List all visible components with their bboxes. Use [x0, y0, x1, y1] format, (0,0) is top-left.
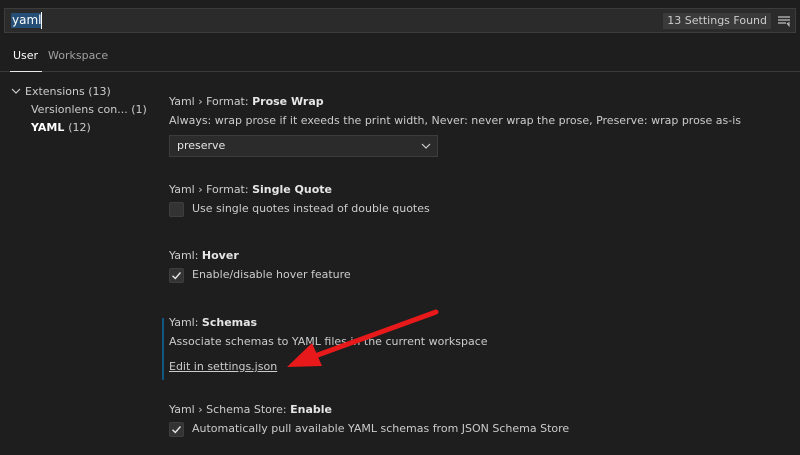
toc-versionlens-label: Versionlens con... [31, 103, 128, 116]
schema-store-checkbox[interactable] [169, 422, 184, 437]
checkmark-icon [172, 426, 182, 434]
chevron-down-icon[interactable] [10, 87, 22, 95]
setting-name: Hover [201, 249, 239, 262]
results-count-badge: 13 Settings Found [663, 13, 771, 29]
toc-item-versionlens[interactable]: Versionlens con... (1) [31, 103, 147, 116]
settings-search-input[interactable]: yaml 13 Settings Found [4, 8, 796, 33]
toc-extensions-label: Extensions [25, 85, 85, 98]
setting-title: Yaml: Hover [169, 249, 789, 262]
setting-name: Schemas [201, 316, 258, 329]
settings-editor: yaml 13 Settings Found User Workspace Ex… [0, 0, 800, 455]
setting-title: Yaml › Format: Prose Wrap [169, 95, 789, 108]
prose-wrap-select[interactable]: preserve [169, 135, 438, 157]
edit-in-settings-json-link[interactable]: Edit in settings.json [169, 360, 277, 373]
tab-user[interactable]: User [13, 49, 38, 62]
search-query[interactable]: yaml [11, 13, 43, 28]
setting-name: Single Quote [252, 183, 332, 196]
checkmark-icon [172, 272, 182, 280]
setting-prose-wrap: Yaml › Format: Prose Wrap Always: wrap p… [169, 95, 789, 157]
setting-schemas: Yaml: Schemas Associate schemas to YAML … [169, 316, 789, 373]
toc-item-yaml[interactable]: YAML (12) [31, 121, 91, 134]
checkbox-label: Use single quotes instead of double quot… [192, 202, 430, 215]
toc-yaml-count: (12) [68, 121, 91, 134]
focused-setting-indicator [162, 318, 164, 380]
setting-category: Yaml › Format: [169, 183, 253, 196]
setting-hover: Yaml: Hover Enable/disable hover feature [169, 249, 789, 283]
setting-title: Yaml › Schema Store: Enable [169, 403, 789, 416]
setting-description: Associate schemas to YAML files in the c… [169, 335, 488, 348]
setting-category: Yaml: [169, 249, 202, 262]
active-tab-indicator [10, 71, 42, 72]
setting-category: Yaml › Schema Store: [169, 403, 291, 416]
single-quote-checkbox[interactable] [169, 202, 184, 217]
setting-category: Yaml: [169, 316, 202, 329]
checkbox-label: Automatically pull available YAML schema… [192, 422, 570, 435]
setting-name: Enable [290, 403, 332, 416]
setting-category: Yaml › Format: [169, 95, 253, 108]
filter-list-icon[interactable] [777, 14, 791, 28]
setting-title: Yaml › Format: Single Quote [169, 183, 789, 196]
setting-description: Always: wrap prose if it exeeds the prin… [169, 114, 742, 127]
setting-schema-store-enable: Yaml › Schema Store: Enable Automaticall… [169, 403, 789, 437]
text-caret [41, 12, 42, 29]
toc-item-extensions[interactable]: Extensions (13) [10, 85, 111, 98]
search-area: yaml 13 Settings Found [0, 0, 800, 40]
select-value: preserve [177, 139, 226, 152]
hover-checkbox[interactable] [169, 268, 184, 283]
settings-scope-tabs: User Workspace [0, 40, 800, 72]
toc-yaml-label: YAML [31, 121, 65, 134]
chevron-down-icon [421, 143, 431, 149]
tab-workspace[interactable]: Workspace [48, 49, 108, 62]
setting-single-quote: Yaml › Format: Single Quote Use single q… [169, 183, 789, 217]
toc-versionlens-count: (1) [131, 103, 147, 116]
checkbox-label: Enable/disable hover feature [192, 268, 351, 281]
setting-name: Prose Wrap [252, 95, 324, 108]
toc-extensions-count: (13) [88, 85, 111, 98]
setting-title: Yaml: Schemas [169, 316, 789, 329]
